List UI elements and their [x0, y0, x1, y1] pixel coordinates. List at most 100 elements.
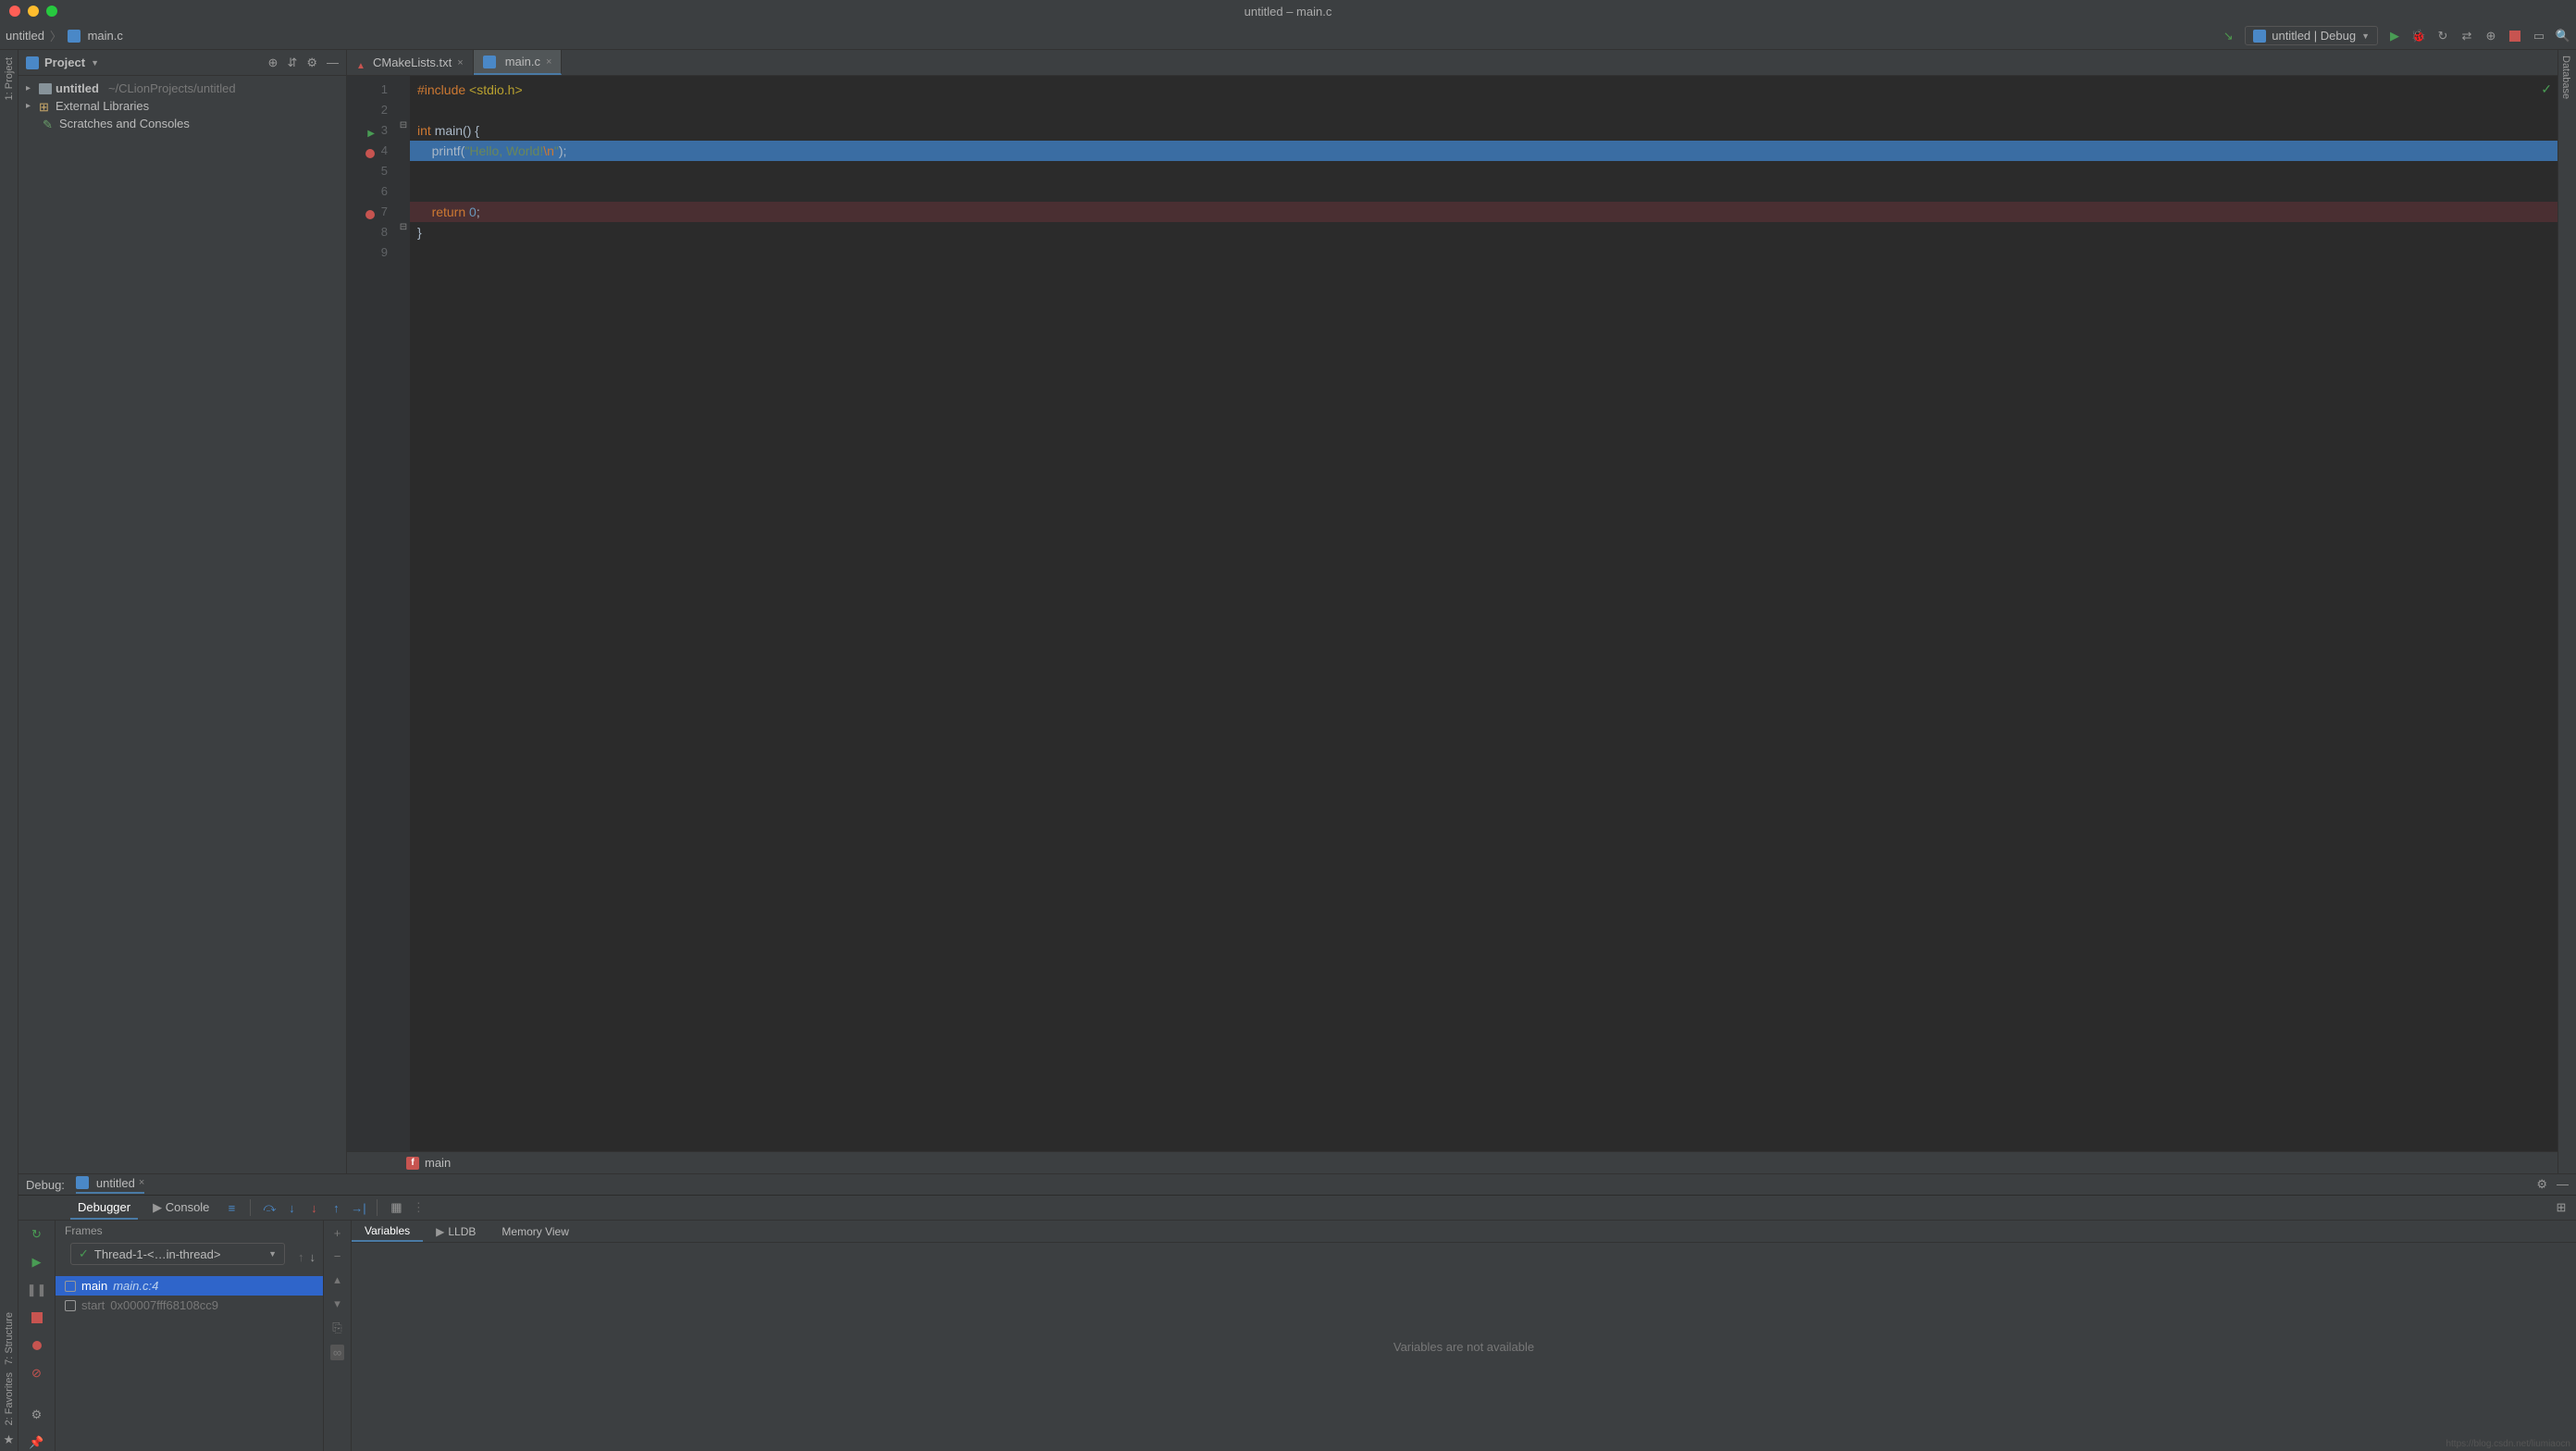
maximize-window-button[interactable]: [46, 6, 57, 17]
sidebar-project-tab[interactable]: 1: Project: [4, 54, 15, 104]
expand-arrow-icon[interactable]: ▸: [26, 83, 35, 93]
move-up-button[interactable]: ▴: [334, 1272, 341, 1287]
collapse-button[interactable]: ⇵: [287, 56, 297, 70]
layout-button[interactable]: ▭: [2532, 29, 2546, 43]
editor-tab-main-c[interactable]: main.c ×: [474, 50, 563, 75]
gutter-line[interactable]: 7: [347, 202, 397, 222]
pin-button[interactable]: 📌: [29, 1434, 45, 1451]
scratch-icon: [43, 118, 56, 130]
hide-button[interactable]: —: [327, 56, 339, 70]
frame-address: 0x00007fff68108cc9: [110, 1298, 218, 1312]
thread-selector[interactable]: ✓ Thread-1-<…in-thread> ▼: [70, 1243, 285, 1265]
debug-session-tab[interactable]: untitled ×: [76, 1176, 144, 1194]
gutter[interactable]: 1 2 ▶3 4 5 6 7 8 9: [347, 76, 397, 1151]
frames-header: Frames: [56, 1221, 323, 1243]
close-icon[interactable]: ×: [139, 1177, 144, 1188]
variables-tab-lldb[interactable]: ▶ LLDB: [423, 1221, 489, 1242]
variables-tab-memory[interactable]: Memory View: [489, 1221, 581, 1242]
close-window-button[interactable]: [9, 6, 20, 17]
variables-tabs: Variables ▶ LLDB Memory View: [352, 1221, 2576, 1243]
resume-button[interactable]: ▶: [29, 1254, 45, 1271]
gutter-line[interactable]: 5: [347, 161, 397, 181]
toolbar-right: ↘ untitled | Debug ▼ ▶ 🐞 ↻ ⇄ ⊕ ▭ 🔍: [2221, 26, 2570, 45]
inspection-ok-icon[interactable]: ✓: [2541, 81, 2552, 97]
step-over-button[interactable]: ⤼: [262, 1200, 277, 1215]
debugger-tab[interactable]: Debugger: [70, 1197, 138, 1220]
project-title-label: Project: [44, 56, 85, 69]
minimize-window-button[interactable]: [28, 6, 39, 17]
run-config-selector[interactable]: untitled | Debug ▼: [2245, 26, 2378, 45]
step-into-button[interactable]: ↓: [284, 1200, 299, 1215]
threads-button[interactable]: ≡: [224, 1200, 239, 1215]
infinity-button[interactable]: ∞: [330, 1345, 344, 1360]
settings-button[interactable]: ⚙: [29, 1407, 45, 1423]
gutter-line[interactable]: 2: [347, 100, 397, 120]
editor-tab-cmakelists[interactable]: CMakeLists.txt ×: [347, 50, 474, 75]
close-icon[interactable]: ×: [457, 57, 463, 68]
tree-scratches[interactable]: Scratches and Consoles: [19, 115, 346, 132]
console-tab[interactable]: ▶ Console: [145, 1197, 217, 1219]
add-watch-button[interactable]: +: [334, 1226, 341, 1240]
fold-end-icon[interactable]: ⊟: [397, 222, 410, 242]
run-to-cursor-button[interactable]: →|: [351, 1200, 365, 1215]
move-down-button[interactable]: ▾: [334, 1296, 341, 1311]
frame-prev-button[interactable]: ↑: [298, 1250, 304, 1264]
run-button[interactable]: ▶: [2387, 29, 2402, 43]
close-icon[interactable]: ×: [546, 56, 551, 68]
variables-panel: Variables ▶ LLDB Memory View Variables a…: [352, 1221, 2576, 1451]
breadcrumb-project[interactable]: untitled: [6, 29, 44, 43]
layout-settings-button[interactable]: ⊞: [2554, 1200, 2569, 1215]
debug-hide-button[interactable]: —: [2557, 1177, 2569, 1192]
gutter-line[interactable]: 6: [347, 181, 397, 202]
search-button[interactable]: 🔍: [2556, 29, 2570, 43]
step-out-button[interactable]: ↑: [328, 1200, 343, 1215]
editor-body[interactable]: 1 2 ▶3 4 5 6 7 8 9 ⊟ ⊟: [347, 76, 2557, 1151]
sidebar-favorites-tab[interactable]: 2: Favorites: [4, 1369, 15, 1429]
copy-button[interactable]: ⎘: [332, 1321, 341, 1335]
gutter-line[interactable]: ▶3: [347, 120, 397, 141]
attach-button[interactable]: ⊕: [2483, 29, 2498, 43]
breadcrumb-separator: 〉: [50, 27, 62, 44]
profile-button[interactable]: ⇄: [2459, 29, 2474, 43]
coverage-button[interactable]: ↻: [2435, 29, 2450, 43]
stop-button[interactable]: [29, 1309, 45, 1326]
rerun-button[interactable]: ↻: [29, 1226, 45, 1243]
tree-root[interactable]: ▸ untitled ~/CLionProjects/untitled: [19, 80, 346, 97]
sidebar-structure-tab[interactable]: 7: Structure: [4, 1308, 15, 1369]
folder-icon: [39, 83, 52, 94]
debug-settings-button[interactable]: ⚙: [2536, 1177, 2547, 1192]
editor-tab-label: CMakeLists.txt: [373, 56, 452, 69]
tree-ext-libs[interactable]: ▸ External Libraries: [19, 97, 346, 115]
remove-watch-button[interactable]: −: [334, 1249, 341, 1263]
project-panel-title[interactable]: Project ▼: [26, 56, 99, 69]
build-button[interactable]: ↘: [2221, 29, 2235, 43]
debug-button[interactable]: 🐞: [2411, 29, 2426, 43]
watermark: https://blog.csdn.net/liumiaocn: [2446, 1439, 2570, 1449]
gutter-line[interactable]: 8: [347, 222, 397, 242]
stop-button[interactable]: [2508, 29, 2522, 43]
frame-item[interactable]: start 0x00007fff68108cc9: [56, 1296, 323, 1315]
mute-breakpoints-button[interactable]: ⊘: [29, 1365, 45, 1382]
variables-tab-variables[interactable]: Variables: [352, 1221, 423, 1242]
locate-button[interactable]: ⊕: [268, 56, 279, 70]
pause-button[interactable]: ❚❚: [29, 1282, 45, 1298]
check-icon: ✓: [79, 1246, 89, 1261]
frame-item[interactable]: main main.c:4: [56, 1276, 323, 1296]
gutter-line[interactable]: 1: [347, 80, 397, 100]
evaluate-button[interactable]: ▦: [389, 1200, 403, 1215]
fold-start-icon[interactable]: ⊟: [397, 120, 410, 141]
expand-arrow-icon[interactable]: ▸: [26, 101, 35, 111]
force-step-into-button[interactable]: ↓: [306, 1200, 321, 1215]
gutter-line[interactable]: 4: [347, 141, 397, 161]
breadcrumb-function[interactable]: main: [425, 1156, 451, 1170]
more-button[interactable]: ⋮: [411, 1200, 426, 1215]
fold-column[interactable]: ⊟ ⊟: [397, 76, 410, 1151]
frame-next-button[interactable]: ↓: [310, 1250, 316, 1264]
tree-scratches-label: Scratches and Consoles: [59, 117, 190, 130]
settings-button[interactable]: ⚙: [306, 56, 317, 70]
gutter-line[interactable]: 9: [347, 242, 397, 263]
code-area[interactable]: #include <stdio.h> int main() { printf("…: [410, 76, 2557, 1151]
view-breakpoints-button[interactable]: [29, 1337, 45, 1354]
sidebar-database-tab[interactable]: Database: [2558, 50, 2573, 105]
breadcrumb-file[interactable]: main.c: [68, 29, 123, 43]
